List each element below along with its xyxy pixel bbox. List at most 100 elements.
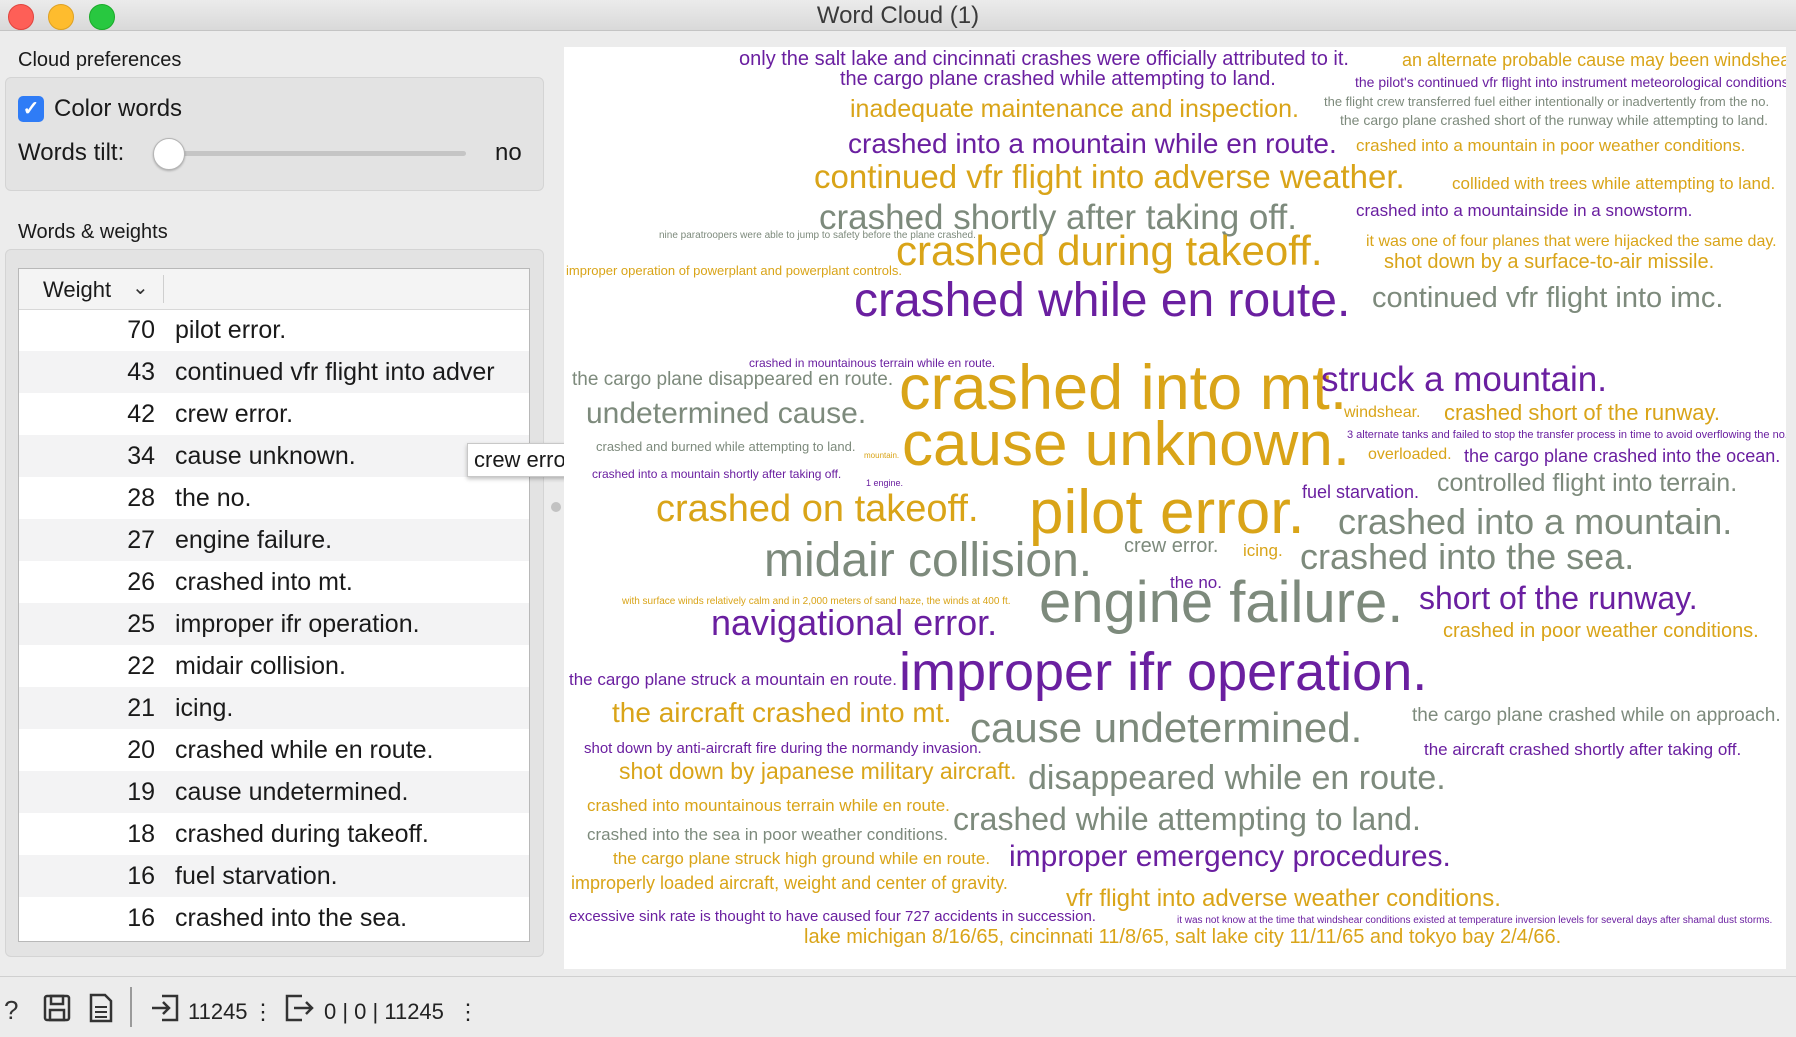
table-row[interactable]: 20 crashed while en route. — [19, 729, 529, 771]
save-icon[interactable] — [42, 993, 72, 1023]
weight-column-header[interactable]: Weight — [43, 277, 111, 303]
splitter-handle[interactable] — [551, 502, 561, 512]
row-weight: 28 — [127, 484, 155, 512]
cloud-word[interactable]: crashed during takeoff. — [896, 230, 1323, 272]
report-icon[interactable] — [88, 993, 114, 1023]
table-row[interactable]: 27 engine failure. — [19, 519, 529, 561]
cloud-word[interactable]: crashed in poor weather conditions. — [1443, 621, 1759, 641]
cloud-word[interactable]: the pilot's continued vfr flight into in… — [1355, 75, 1786, 89]
cloud-word[interactable]: crashed into a mountain. — [1338, 504, 1732, 540]
row-weight: 70 — [127, 316, 155, 344]
table-row[interactable]: 22 midair collision. — [19, 645, 529, 687]
cloud-word[interactable]: cause unknown. — [902, 414, 1350, 476]
cloud-word[interactable]: windshear. — [1344, 405, 1421, 421]
row-word: cause undetermined. — [175, 778, 409, 806]
cloud-word[interactable]: shot down by anti-aircraft fire during t… — [584, 741, 982, 756]
words-tilt-slider-handle[interactable] — [153, 138, 185, 170]
cloud-word[interactable]: the cargo plane crashed while on approac… — [1412, 706, 1781, 725]
table-row[interactable]: 43 continued vfr flight into adver — [19, 351, 529, 393]
cloud-word[interactable]: the cargo plane struck high ground while… — [613, 850, 990, 867]
table-row[interactable]: 16 crashed into the sea. — [19, 897, 529, 939]
row-word: icing. — [175, 694, 234, 722]
cloud-word[interactable]: the cargo plane disappeared en route. — [572, 370, 893, 389]
table-row[interactable]: 42 crew error. — [19, 393, 529, 435]
words-tilt-slider-track[interactable] — [166, 151, 466, 156]
row-word: crashed into mt. — [175, 568, 353, 596]
cloud-word[interactable]: the aircraft crashed into mt. — [612, 699, 951, 727]
table-row[interactable]: 19 cause undetermined. — [19, 771, 529, 813]
cloud-word[interactable]: crashed into a mountain in poor weather … — [1356, 137, 1745, 154]
cloud-word[interactable]: continued vfr flight into adverse weathe… — [814, 160, 1405, 193]
output-menu-icon[interactable]: ⋮ — [457, 999, 479, 1025]
table-row[interactable]: 18 crashed during takeoff. — [19, 813, 529, 855]
cloud-word[interactable]: the cargo plane crashed while attempting… — [840, 69, 1276, 89]
cloud-word[interactable]: an alternate probable cause may been win… — [1402, 51, 1786, 69]
cloud-word[interactable]: 1 engine. — [866, 479, 903, 488]
cloud-word[interactable]: improper ifr operation. — [899, 645, 1427, 699]
cloud-word[interactable]: shot down by a surface-to-air missile. — [1384, 252, 1714, 272]
cloud-word[interactable]: 3 alternate tanks and failed to stop the… — [1347, 430, 1786, 441]
cloud-word[interactable]: fuel starvation. — [1302, 483, 1419, 501]
cloud-word[interactable]: controlled flight into terrain. — [1437, 471, 1737, 496]
row-word: crew error. — [175, 400, 294, 428]
cloud-word[interactable]: lake michigan 8/16/65, cincinnati 11/8/6… — [804, 927, 1561, 947]
cloud-word[interactable]: the aircraft crashed shortly after takin… — [1424, 741, 1741, 758]
cloud-word[interactable]: the flight crew transferred fuel either … — [1324, 95, 1769, 108]
cloud-word[interactable]: continued vfr flight into imc. — [1372, 284, 1723, 313]
cloud-word[interactable]: crashed while en route. — [854, 277, 1350, 325]
table-row[interactable]: 34 cause unknown. — [19, 435, 529, 477]
cloud-word[interactable]: crashed into a mountain while en route. — [848, 130, 1337, 158]
table-row[interactable]: 21 icing. — [19, 687, 529, 729]
color-words-checkbox[interactable]: ✓ — [18, 96, 44, 122]
cloud-word[interactable]: cause undetermined. — [970, 707, 1362, 749]
cloud-word[interactable]: crashed while attempting to land. — [953, 803, 1421, 835]
cloud-word[interactable]: overloaded. — [1368, 447, 1452, 463]
column-separator[interactable] — [163, 275, 164, 303]
cloud-word[interactable]: crashed into a mountain shortly after ta… — [592, 468, 841, 480]
cloud-word[interactable]: undetermined cause. — [586, 399, 866, 429]
table-row[interactable]: 70 pilot error. — [19, 309, 529, 351]
cloud-preferences-heading: Cloud preferences — [18, 49, 182, 71]
table-row[interactable]: 26 crashed into mt. — [19, 561, 529, 603]
table-row[interactable]: 25 improper ifr operation. — [19, 603, 529, 645]
cloud-word[interactable]: navigational error. — [711, 605, 997, 641]
cloud-word[interactable]: the cargo plane struck a mountain en rou… — [569, 671, 897, 688]
status-separator — [130, 987, 132, 1027]
cloud-word[interactable]: excessive sink rate is thought to have c… — [569, 909, 1096, 924]
table-row[interactable]: 16 fuel starvation. — [19, 855, 529, 897]
cloud-word[interactable]: vfr flight into adverse weather conditio… — [1066, 887, 1501, 911]
cloud-word[interactable]: improper operation of powerplant and pow… — [566, 264, 902, 277]
window-title: Word Cloud (1) — [816, 2, 980, 29]
cloud-word[interactable]: only the salt lake and cincinnati crashe… — [739, 49, 1349, 69]
cloud-word[interactable]: inadequate maintenance and inspection. — [850, 97, 1299, 122]
cloud-word[interactable]: the cargo plane crashed short of the run… — [1340, 113, 1768, 127]
cloud-word[interactable]: crashed into a mountainside in a snowsto… — [1356, 202, 1692, 219]
cloud-word[interactable]: it was one of four planes that were hija… — [1366, 234, 1777, 250]
cloud-word[interactable]: crashed on takeoff. — [656, 490, 979, 528]
table-row[interactable]: 28 the no. — [19, 477, 529, 519]
cloud-word[interactable]: crashed short of the runway. — [1444, 402, 1720, 424]
help-icon[interactable]: ? — [4, 995, 18, 1026]
table-header[interactable]: Weight ⌄ — [19, 269, 529, 310]
cloud-word[interactable]: crashed into the sea in poor weather con… — [587, 826, 948, 843]
cloud-word[interactable]: crew error. — [1124, 536, 1218, 556]
cloud-word[interactable]: mountain. — [864, 452, 899, 460]
cloud-word[interactable]: shot down by japanese military aircraft. — [619, 760, 1017, 783]
input-menu-icon[interactable]: ⋮ — [252, 999, 274, 1025]
cloud-word[interactable]: collided with trees while attempting to … — [1452, 175, 1775, 192]
cloud-word[interactable]: the cargo plane crashed into the ocean. — [1464, 447, 1780, 465]
cloud-word[interactable]: disappeared while en route. — [1028, 761, 1446, 795]
cloud-word[interactable]: crashed and burned while attempting to l… — [596, 440, 855, 453]
cloud-word[interactable]: icing. — [1243, 542, 1283, 559]
sort-chevron-down-icon[interactable]: ⌄ — [132, 275, 149, 300]
cloud-word[interactable]: engine failure. — [1039, 574, 1403, 632]
cloud-word[interactable]: short of the runway. — [1419, 582, 1698, 614]
cloud-word[interactable]: improper emergency procedures. — [1009, 842, 1451, 872]
cloud-word[interactable]: improperly loaded aircraft, weight and c… — [571, 874, 1008, 892]
cloud-word[interactable]: struck a mountain. — [1321, 362, 1607, 397]
word-cloud-canvas[interactable]: only the salt lake and cincinnati crashe… — [564, 47, 1786, 969]
row-word: improper ifr operation. — [175, 610, 420, 638]
cloud-word[interactable]: crashed into mountainous terrain while e… — [587, 797, 950, 814]
row-word: crashed into the sea. — [175, 904, 408, 932]
cloud-word[interactable]: it was not know at the time that windshe… — [1177, 916, 1772, 926]
